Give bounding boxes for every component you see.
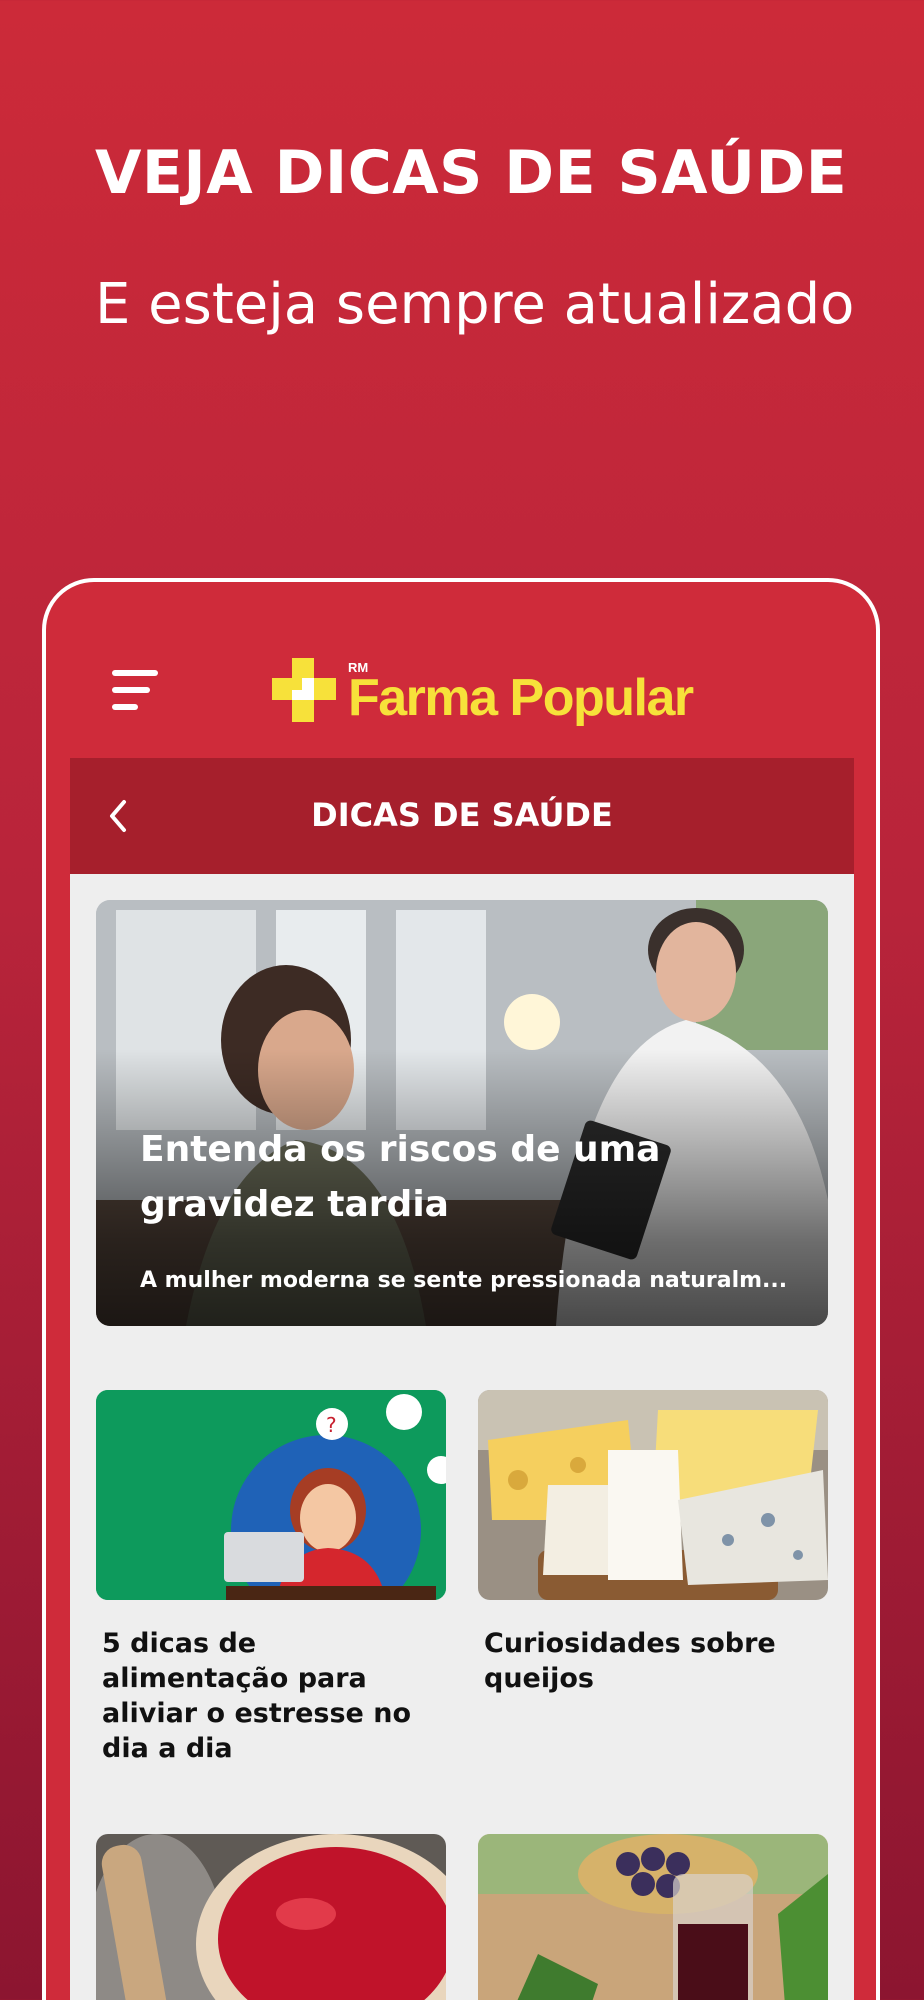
article-thumb-jam (96, 1834, 446, 2000)
article-card-wine[interactable] (478, 1834, 828, 2000)
section-title: DICAS DE SAÚDE (311, 796, 613, 834)
section-header: DICAS DE SAÚDE (70, 758, 854, 874)
article-card-cheese[interactable]: Curiosidades sobre queijos (478, 1390, 828, 1696)
svg-text:?: ? (326, 1413, 337, 1437)
featured-description: A mulher moderna se sente pressionada na… (140, 1268, 788, 1293)
app-header: RM Farma Popular (46, 582, 876, 756)
article-thumb-stress: ? (96, 1390, 446, 1600)
article-card-stress[interactable]: ? 5 dicas de alimentação para aliviar o … (96, 1390, 446, 1766)
featured-article[interactable]: Entenda os riscos de uma gravidez tardia… (96, 900, 828, 1326)
article-thumb-wine (478, 1834, 828, 2000)
featured-title: Entenda os riscos de uma gravidez tardia (140, 1129, 661, 1225)
farma-popular-logo: RM Farma Popular (268, 654, 694, 734)
logo-text: Farma Popular (348, 669, 694, 727)
article-title-cheese: Curiosidades sobre queijos (484, 1628, 776, 1694)
content-area: DICAS DE SAÚDE Entenda os riscos de uma … (70, 758, 854, 2000)
logo-cross-icon (272, 658, 336, 722)
article-thumb-cheese (478, 1390, 828, 1600)
article-card-jam[interactable] (96, 1834, 446, 2000)
promo-title: VEJA DICAS DE SAÚDE (95, 138, 848, 208)
promo-subtitle: E esteja sempre atualizado (95, 272, 855, 337)
phone-frame: RM Farma Popular DICAS DE SAÚDE Entenda … (42, 578, 880, 2000)
menu-icon[interactable] (112, 670, 162, 714)
article-title-stress: 5 dicas de alimentação para aliviar o es… (102, 1628, 412, 1764)
